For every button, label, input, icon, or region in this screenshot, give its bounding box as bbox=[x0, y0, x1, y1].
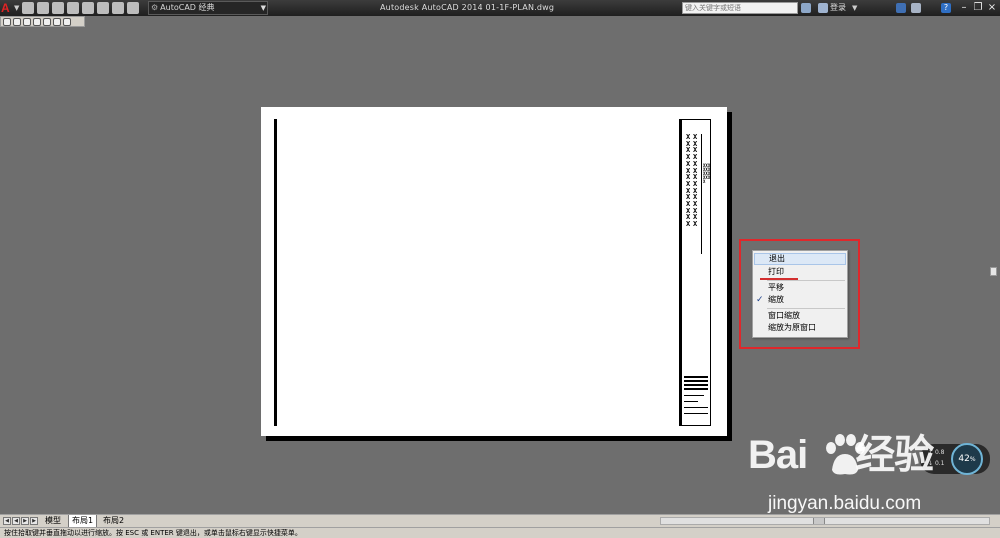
title-block-line bbox=[684, 395, 704, 396]
open-folder-icon[interactable] bbox=[37, 2, 49, 14]
pan-icon[interactable] bbox=[13, 17, 21, 26]
zoom-extents-icon[interactable] bbox=[53, 17, 61, 26]
search-field[interactable] bbox=[685, 4, 797, 12]
print-preview-icon[interactable] bbox=[3, 17, 11, 26]
horizontal-scrollbar[interactable] bbox=[660, 517, 990, 525]
title-block-line bbox=[684, 388, 708, 390]
close-button[interactable]: × bbox=[986, 1, 998, 14]
title-block-line bbox=[684, 401, 698, 402]
undo-icon[interactable] bbox=[112, 2, 124, 14]
help-icon[interactable]: ? bbox=[941, 3, 951, 13]
search-input[interactable] bbox=[682, 2, 798, 14]
download-rate: 0.1 bbox=[934, 460, 945, 467]
previous-tab-icon[interactable]: ◀ bbox=[12, 517, 20, 525]
first-tab-icon[interactable]: ◀ bbox=[3, 517, 11, 525]
title-block: XXXXXXXXXXXXXX XXXXXXXXXXXXXX XXXXXXXXXX… bbox=[679, 119, 711, 426]
title-block-line bbox=[684, 376, 708, 378]
tab-layout1[interactable]: 布局1 bbox=[68, 515, 98, 527]
window-title: Autodesk AutoCAD 2014 01-1F-PLAN.dwg bbox=[380, 3, 555, 12]
baidu-paw-icon bbox=[826, 434, 865, 475]
plot-icon[interactable] bbox=[63, 17, 71, 26]
title-block-line bbox=[701, 134, 702, 254]
title-block-text-3: XXXXXXXXXXXXX bbox=[703, 163, 711, 184]
drawing-border-left bbox=[274, 119, 277, 426]
minimize-button[interactable]: – bbox=[958, 1, 970, 14]
restore-button[interactable]: ❐ bbox=[972, 1, 984, 14]
watermark-brand-text: Bai bbox=[748, 433, 808, 477]
search-icon[interactable] bbox=[801, 3, 811, 13]
new-file-icon[interactable] bbox=[22, 2, 34, 14]
horizontal-scrollbar-thumb[interactable] bbox=[813, 518, 825, 524]
autodesk-360-icon[interactable] bbox=[911, 3, 921, 13]
title-block-line bbox=[684, 384, 708, 386]
redo-icon[interactable] bbox=[127, 2, 139, 14]
cpu-usage-unit: % bbox=[969, 456, 976, 463]
zoom-toolbar bbox=[0, 16, 85, 27]
save-icon[interactable] bbox=[52, 2, 64, 14]
title-block-text-2: XXXXXXXXXXXXXX bbox=[693, 133, 698, 229]
save-as-icon[interactable] bbox=[67, 2, 79, 14]
chevron-down-icon[interactable]: ▼ bbox=[852, 0, 857, 16]
workspace-label: AutoCAD 经典 bbox=[160, 3, 215, 12]
upload-rate: 0.8 bbox=[934, 449, 945, 456]
layout-paper[interactable]: XXXXXXXXXXXXXX XXXXXXXXXXXXXX XXXXXXXXXX… bbox=[261, 107, 727, 436]
cpu-usage-value: 42 bbox=[958, 454, 970, 464]
last-tab-icon[interactable]: ▶ bbox=[30, 517, 38, 525]
chevron-down-icon[interactable]: ▼ bbox=[14, 0, 19, 16]
application-menu-button[interactable]: A bbox=[1, 1, 14, 15]
layout-tab-bar: ◀ ◀ ▶ ▶ 模型 布局1 布局2 bbox=[0, 514, 1000, 527]
annotation-highlight-box bbox=[739, 239, 860, 349]
zoom-previous-icon[interactable] bbox=[43, 17, 51, 26]
title-block-line bbox=[684, 413, 708, 414]
workspace-dropdown[interactable]: ⚙ AutoCAD 经典 ▼ bbox=[148, 1, 268, 15]
plot-to-file-icon[interactable] bbox=[82, 2, 94, 14]
zoom-realtime-icon[interactable] bbox=[23, 17, 31, 26]
signin-button[interactable]: 登录 bbox=[830, 0, 846, 16]
title-block-line bbox=[684, 380, 708, 382]
zoom-window-icon[interactable] bbox=[33, 17, 41, 26]
cpu-usage-ring[interactable]: 42% bbox=[951, 443, 983, 475]
next-tab-icon[interactable]: ▶ bbox=[21, 517, 29, 525]
tab-layout2[interactable]: 布局2 bbox=[100, 515, 127, 527]
command-status-bar: 按住拾取键并垂直拖动以进行缩放。按 ESC 或 ENTER 键退出，或单击鼠标右… bbox=[0, 527, 1000, 538]
chevron-down-icon: ▼ bbox=[260, 4, 266, 12]
tab-model[interactable]: 模型 bbox=[42, 515, 64, 527]
quick-access-toolbar bbox=[22, 0, 142, 16]
gear-icon: ⚙ bbox=[151, 3, 159, 12]
watermark-url: jingyan.baidu.com bbox=[768, 493, 922, 514]
user-icon[interactable] bbox=[818, 3, 828, 13]
print-icon[interactable] bbox=[97, 2, 109, 14]
vertical-scrollbar-thumb[interactable] bbox=[990, 267, 997, 276]
title-block-line bbox=[684, 407, 708, 408]
exchange-icon[interactable] bbox=[896, 3, 906, 13]
title-bar: A ▼ ⚙ AutoCAD 经典 ▼ Autodesk AutoCAD 2014 … bbox=[0, 0, 1000, 16]
